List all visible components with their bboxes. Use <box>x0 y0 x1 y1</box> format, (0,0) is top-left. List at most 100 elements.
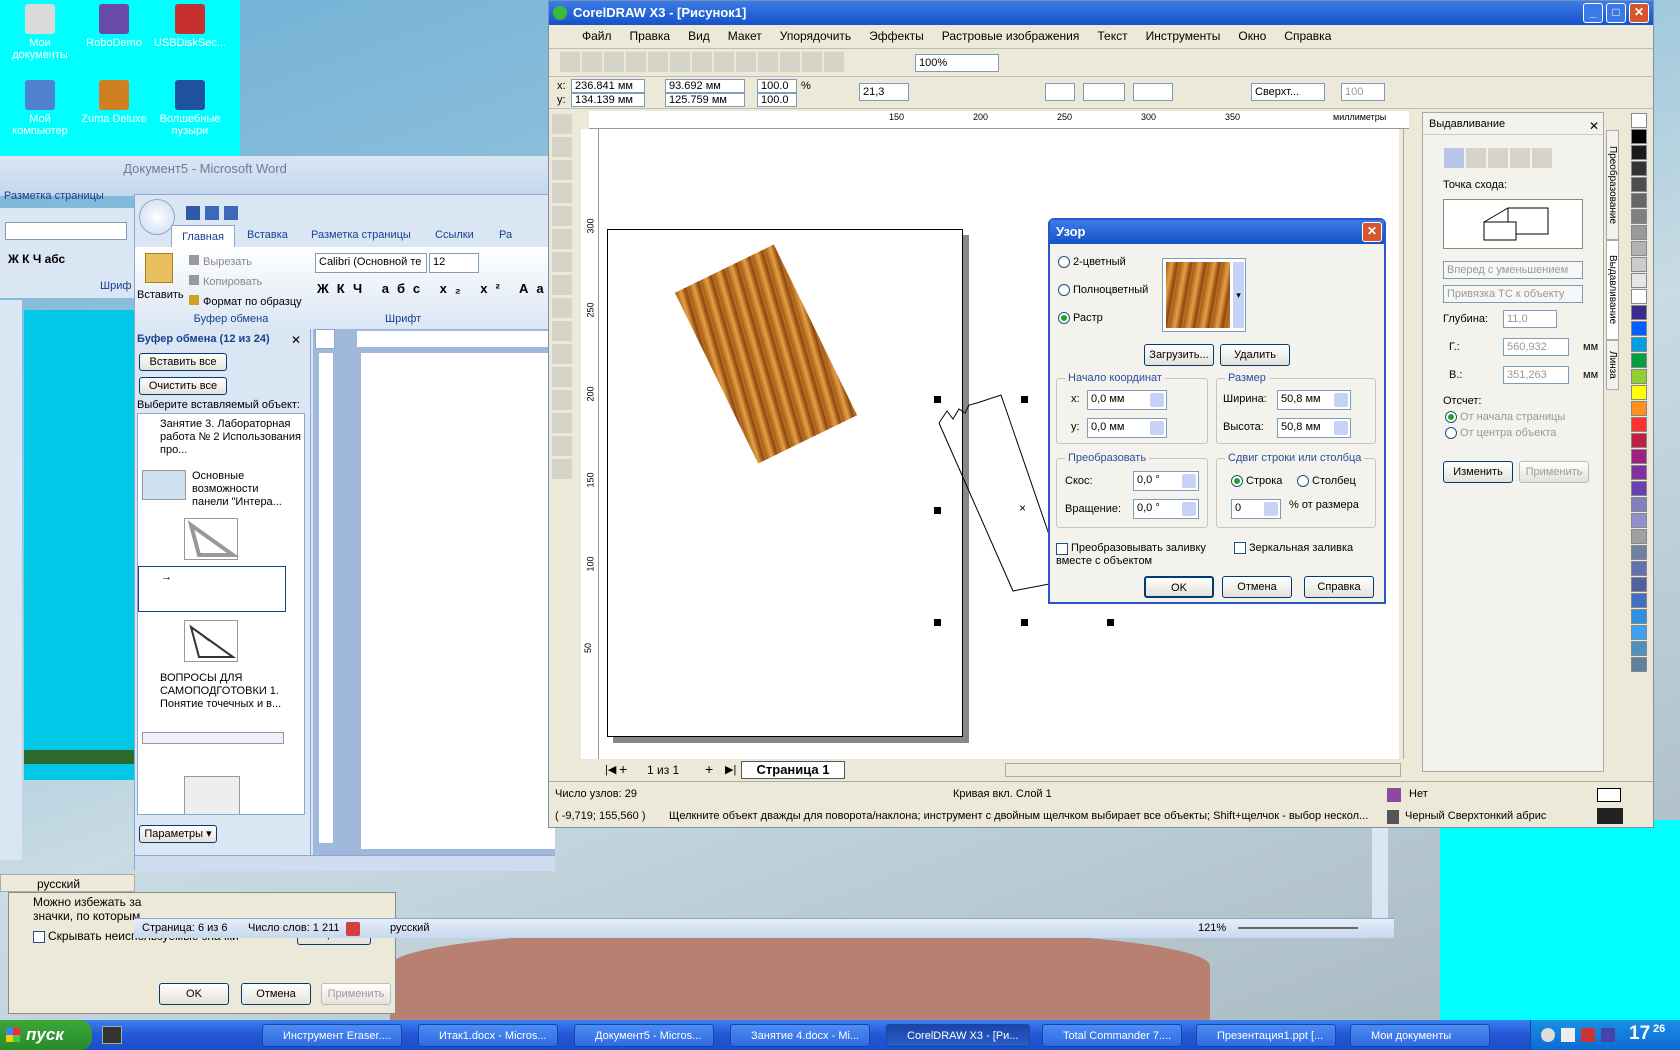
clear-all-button[interactable]: Очистить все <box>139 377 227 395</box>
import-icon[interactable] <box>758 52 778 72</box>
outline-tool-icon[interactable] <box>552 413 572 433</box>
crop-tool-icon[interactable] <box>552 160 572 180</box>
tab-insert[interactable]: Вставка <box>247 229 288 241</box>
minimize-button[interactable]: _ <box>1583 3 1603 23</box>
y-position-field[interactable]: 134.139 мм <box>571 93 645 107</box>
extrude-color-icon[interactable] <box>1510 148 1530 168</box>
pattern-width-field[interactable]: 50,8 мм <box>1277 390 1351 410</box>
taskbar-item-eraser[interactable]: Инструмент Eraser.... <box>262 1024 402 1047</box>
canvas-hscrollbar[interactable] <box>1005 763 1401 777</box>
two-color-radio[interactable]: 2-цветный <box>1058 256 1126 269</box>
page-tab[interactable]: Страница 1 <box>741 761 845 779</box>
cut-button[interactable]: Вырезать <box>189 255 252 268</box>
first-page-button[interactable]: |◀ <box>605 763 616 776</box>
text-tool-icon[interactable] <box>552 344 572 364</box>
add-page-after-button[interactable]: + <box>705 761 713 777</box>
selection-handle[interactable] <box>1021 619 1028 626</box>
clock-hours[interactable]: 17 <box>1629 1023 1650 1045</box>
menu-layout[interactable]: Макет <box>719 25 771 47</box>
color-swatch[interactable] <box>1631 385 1647 400</box>
cut-icon[interactable] <box>648 52 668 72</box>
color-swatch[interactable] <box>1631 129 1647 144</box>
color-swatch[interactable] <box>1631 161 1647 176</box>
color-swatch[interactable] <box>1631 577 1647 592</box>
selection-handle[interactable] <box>934 507 941 514</box>
tab-references[interactable]: Ссылки <box>435 229 474 241</box>
cancel-button[interactable]: Отмена <box>241 983 311 1005</box>
extrude-camera-icon[interactable] <box>1444 148 1464 168</box>
color-swatch[interactable] <box>1631 513 1647 528</box>
width-field[interactable]: 93.692 мм <box>665 79 745 93</box>
origin-y-field[interactable]: 0,0 мм <box>1087 418 1167 438</box>
clipboard-item[interactable]: Основные возможности панели "Интера... <box>192 470 292 509</box>
close-button[interactable]: ✕ <box>1362 222 1382 242</box>
full-color-radio[interactable]: Полноцветный <box>1058 284 1148 297</box>
taskbar-item-presentation[interactable]: Презентация1.ppt [... <box>1196 1024 1336 1047</box>
font-size-combo[interactable]: 12 <box>429 253 479 273</box>
color-swatch[interactable] <box>1631 289 1647 304</box>
tab-home[interactable]: Главная <box>171 225 235 247</box>
taskbar-item-my-documents[interactable]: Мои документы <box>1350 1024 1490 1047</box>
color-swatch[interactable] <box>1631 321 1647 336</box>
desktop-icon-zuma[interactable]: Zuma Deluxe <box>74 80 154 125</box>
fill-tool-icon[interactable] <box>552 436 572 456</box>
shift-percent-field[interactable]: 0 <box>1231 499 1281 519</box>
word-back-style-combo[interactable] <box>5 222 127 240</box>
menu-edit[interactable]: Правка <box>621 25 680 47</box>
menu-tools[interactable]: Инструменты <box>1137 25 1230 47</box>
outline-value-field[interactable]: 100 <box>1341 83 1385 101</box>
clipboard-thumb-triangle[interactable] <box>184 518 240 560</box>
tray-icon[interactable] <box>1601 1028 1615 1042</box>
spinner-icon[interactable] <box>1334 421 1348 435</box>
redo-icon[interactable] <box>224 206 239 220</box>
freehand-tool-icon[interactable] <box>552 206 572 226</box>
paste-icon[interactable] <box>692 52 712 72</box>
add-page-button[interactable]: + <box>619 761 627 777</box>
undo-icon[interactable] <box>205 206 220 220</box>
column-radio[interactable]: Столбец <box>1297 475 1356 488</box>
x-position-field[interactable]: 236.841 мм <box>571 79 645 93</box>
zoom-tool-icon[interactable] <box>552 183 572 203</box>
desktop-icon-my-computer[interactable]: Мой компьютер <box>0 80 80 137</box>
color-swatch[interactable] <box>1631 193 1647 208</box>
skew-field[interactable]: 0,0 ° <box>1133 471 1199 491</box>
spinner-icon[interactable] <box>1150 421 1164 435</box>
menu-view[interactable]: Вид <box>679 25 719 47</box>
no-color-swatch[interactable] <box>1631 113 1647 128</box>
row-radio[interactable]: Строка <box>1231 475 1282 488</box>
color-swatch[interactable] <box>1631 433 1647 448</box>
tray-icon[interactable] <box>1561 1028 1575 1042</box>
save-icon[interactable] <box>604 52 624 72</box>
clipboard-item[interactable]: Занятие 3. Лабораторная работа № 2 Испол… <box>160 418 304 457</box>
eyedropper-tool-icon[interactable] <box>552 390 572 410</box>
clipboard-items-list[interactable]: Занятие 3. Лабораторная работа № 2 Испол… <box>137 413 305 815</box>
apply-button[interactable]: Применить <box>321 983 391 1005</box>
tab-transform[interactable]: Преобразование <box>1606 130 1619 240</box>
desktop-icon-usbdisk[interactable]: USBDiskSec... <box>150 4 230 49</box>
shape-tool-icon[interactable] <box>552 137 572 157</box>
tab-lens[interactable]: Линза <box>1606 340 1619 390</box>
scale-x-field[interactable]: 100.0 <box>757 79 797 93</box>
origin-x-field[interactable]: 0,0 мм <box>1087 390 1167 410</box>
close-icon[interactable]: ✕ <box>291 333 301 347</box>
rotation-angle-field[interactable]: 21,3 <box>859 83 909 101</box>
new-icon[interactable] <box>560 52 580 72</box>
maximize-button[interactable]: □ <box>1606 3 1626 23</box>
redo-icon[interactable] <box>736 52 756 72</box>
spinner-icon[interactable] <box>1182 474 1196 488</box>
tab-extrude[interactable]: Выдавливание <box>1606 240 1619 340</box>
welcome-icon[interactable] <box>824 52 844 72</box>
color-swatch[interactable] <box>1631 273 1647 288</box>
color-swatch[interactable] <box>1631 481 1647 496</box>
tray-icon[interactable] <box>1581 1028 1595 1042</box>
clock-minutes[interactable]: 26 <box>1653 1023 1665 1035</box>
color-swatch[interactable] <box>1631 497 1647 512</box>
format-painter-button[interactable]: Формат по образцу <box>189 295 302 308</box>
menu-help[interactable]: Справка <box>1275 25 1340 47</box>
reference-object-radio[interactable]: От центра объекта <box>1445 427 1556 440</box>
last-page-button[interactable]: ▶| <box>725 763 736 776</box>
color-swatch[interactable] <box>1631 225 1647 240</box>
rotation-center-icon[interactable]: × <box>1019 501 1026 515</box>
paste-button[interactable]: Вставить <box>137 289 184 301</box>
color-swatch[interactable] <box>1631 337 1647 352</box>
